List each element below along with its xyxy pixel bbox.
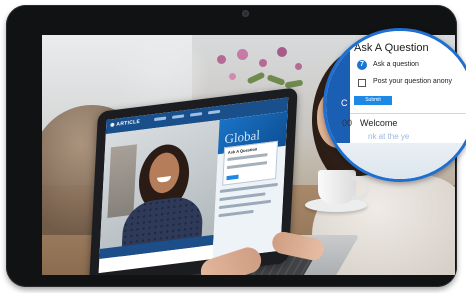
question-mark-icon: 7	[357, 60, 367, 70]
agenda-time: 00	[342, 118, 353, 128]
mini-question-card: Ask A Question	[222, 140, 279, 186]
webinar-video[interactable]	[99, 119, 220, 260]
checkbox-icon[interactable]	[358, 79, 366, 87]
nav-item[interactable]	[190, 112, 203, 117]
agenda-item-welcome[interactable]: Welcome	[360, 118, 397, 128]
mini-agenda-line	[218, 199, 272, 210]
webinar-nav	[154, 109, 221, 122]
camera-icon	[242, 10, 249, 17]
ask-question-panel: Ask A Question 7 Ask a question Post you…	[326, 31, 466, 179]
video-bookshelf	[107, 144, 138, 218]
zoom-lower-area	[326, 143, 466, 179]
panel-title: Ask A Question	[354, 42, 429, 54]
laptop-screen: ◉ ARTICLE Global Ask A Question	[98, 97, 289, 274]
mini-agenda-line	[219, 192, 266, 202]
mini-submit-button[interactable]	[226, 174, 239, 181]
webinar-logo: ◉ ARTICLE	[110, 118, 141, 129]
ask-question-option[interactable]: Ask a question	[373, 61, 419, 68]
post-anonymously-option[interactable]: Post your question anony	[373, 78, 452, 85]
zoom-sidebar-letter: C	[341, 98, 348, 108]
laptop-lid: ◉ ARTICLE Global Ask A Question	[88, 87, 298, 275]
nav-item[interactable]	[154, 116, 167, 122]
mini-agenda-line	[218, 209, 254, 218]
panel-divider	[350, 113, 466, 114]
mini-card-title: Ask A Question	[227, 146, 258, 156]
agenda-item-faded: nk at the ye	[368, 132, 410, 141]
zoom-magnifier: C Ask A Question 7 Ask a question Post y…	[323, 28, 466, 182]
nav-item[interactable]	[208, 109, 221, 115]
submit-button[interactable]: Submit	[354, 96, 392, 105]
cup-handle	[351, 176, 369, 200]
mini-option[interactable]	[226, 161, 268, 170]
nav-item[interactable]	[172, 114, 185, 119]
